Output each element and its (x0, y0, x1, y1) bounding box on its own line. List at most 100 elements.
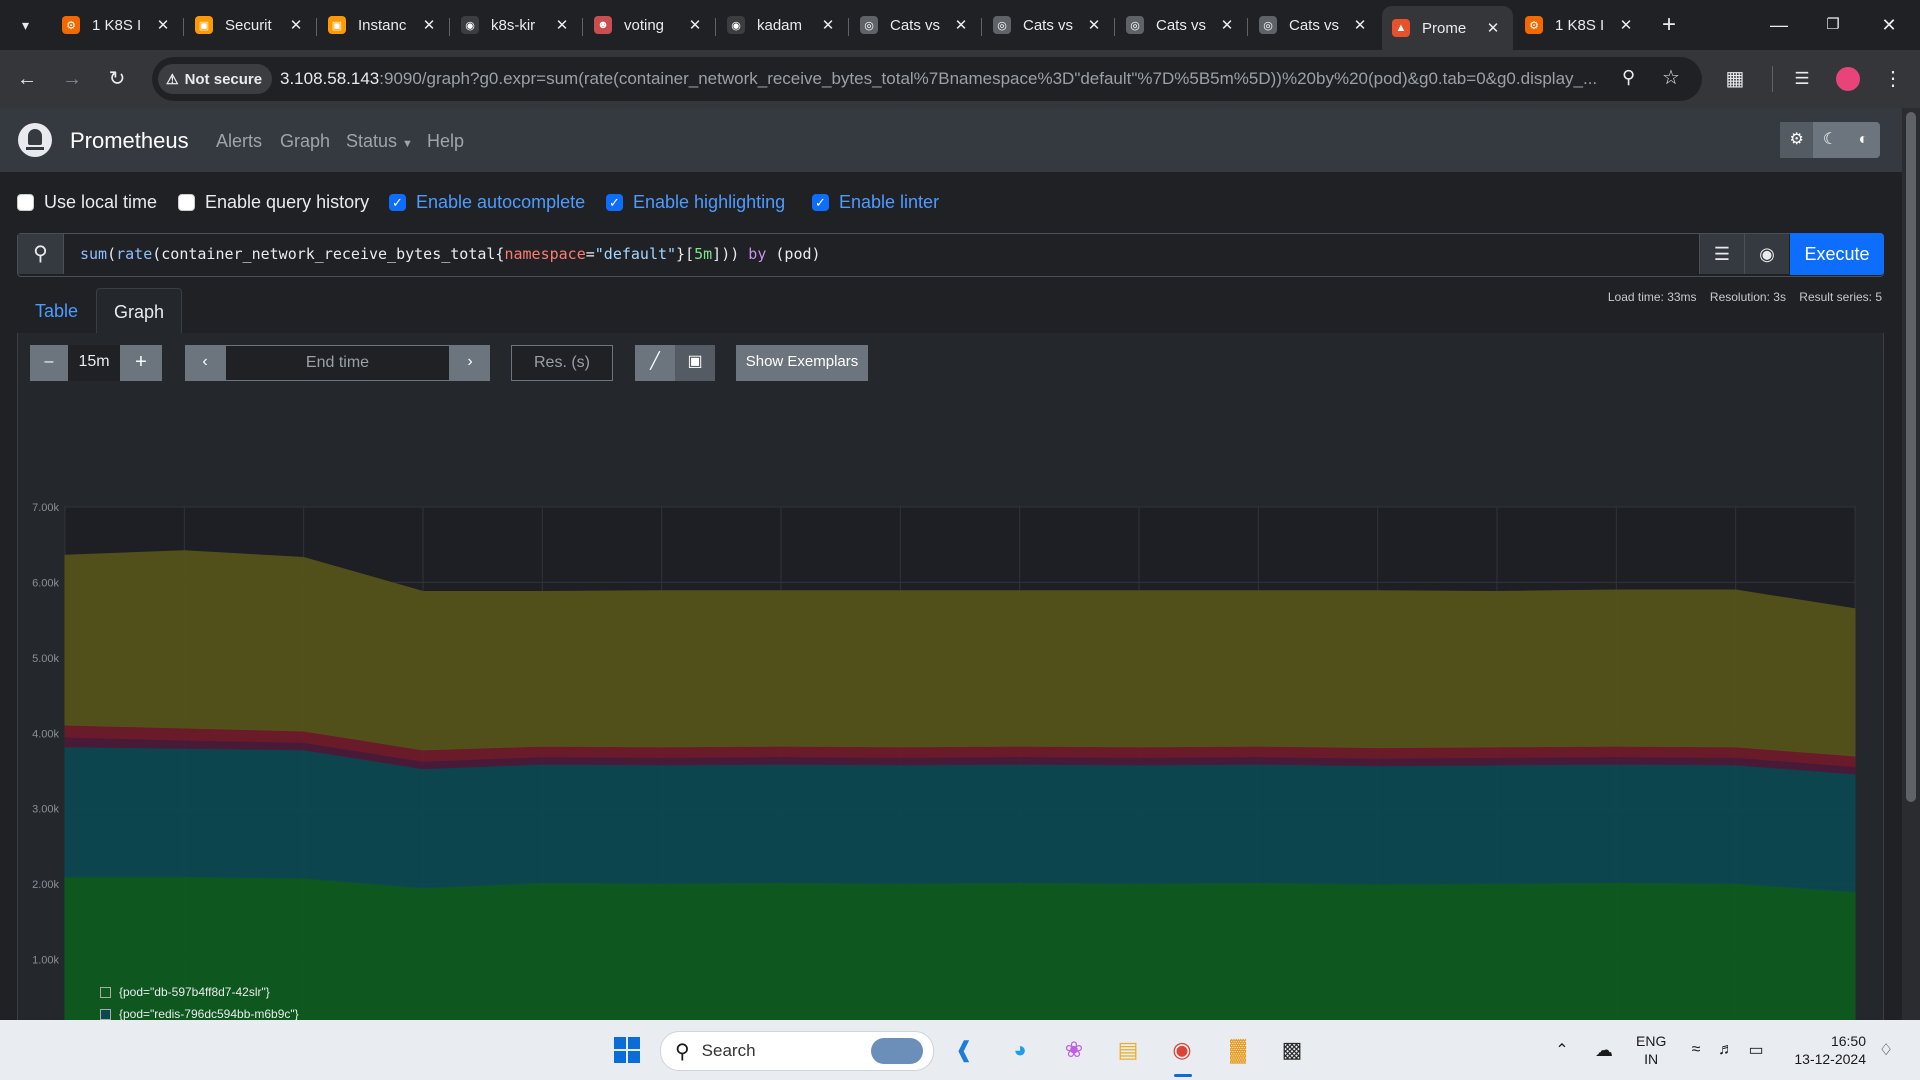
query-expression[interactable]: sum(rate(container_network_receive_bytes… (80, 245, 821, 263)
onedrive-icon[interactable]: ☁ (1584, 1030, 1624, 1070)
close-tab-icon[interactable]: ✕ (153, 16, 173, 34)
checkbox[interactable]: ✓ (606, 194, 623, 211)
browser-tab[interactable]: ◎ Cats vs ✕ (850, 8, 981, 42)
notification-bell-icon[interactable]: ♢ (1866, 1030, 1906, 1070)
copilot-icon[interactable]: ❀ (1054, 1030, 1094, 1070)
tab-graph[interactable]: Graph (96, 288, 183, 334)
sublime-text-icon[interactable]: ▓ (1218, 1030, 1258, 1070)
close-tab-icon[interactable]: ✕ (419, 16, 439, 34)
resolution-input[interactable]: Res. (s) (511, 345, 613, 381)
prometheus-logo-icon[interactable] (18, 123, 52, 157)
browser-tab[interactable]: ▣ Securit ✕ (185, 8, 316, 42)
extensions-icon[interactable]: ▦ (1718, 62, 1752, 96)
profile-avatar[interactable] (1836, 67, 1860, 91)
show-exemplars-button[interactable]: Show Exemplars (736, 345, 868, 381)
range-input[interactable]: 15m (68, 345, 120, 381)
nav-alerts[interactable]: Alerts (216, 131, 262, 152)
line-chart-icon[interactable]: ╱ (635, 345, 675, 381)
media-control-icon[interactable]: ☰ (1785, 62, 1819, 96)
option-enable-query-history[interactable]: Enable query history (178, 192, 369, 213)
end-time-input[interactable]: End time (225, 345, 450, 381)
browser-tab[interactable]: ▣ Instanc ✕ (318, 8, 449, 42)
close-tab-icon[interactable]: ✕ (1084, 16, 1104, 34)
browser-tab[interactable]: ◎ Cats vs ✕ (1116, 8, 1247, 42)
stacked-area-chart[interactable]: 0.001.00k2.00k3.00k4.00k5.00k6.00k7.00k1… (17, 391, 1872, 1020)
battery-icon[interactable]: ▭ (1736, 1030, 1776, 1070)
close-tab-icon[interactable]: ✕ (951, 16, 971, 34)
address-bar[interactable]: ⚠ Not secure 3.108.58.143:9090/graph?g0.… (152, 57, 1702, 101)
browser-tab[interactable]: ☻ voting ✕ (584, 8, 715, 42)
restore-button[interactable]: ❐ (1810, 8, 1856, 42)
moon-icon[interactable]: ☾ (1813, 122, 1846, 158)
execute-button[interactable]: Execute (1790, 233, 1884, 275)
contrast-icon[interactable]: ◐ (1847, 122, 1880, 158)
page-scrollbar[interactable] (1902, 108, 1920, 1020)
checkbox[interactable]: ✓ (812, 194, 829, 211)
minimize-button[interactable]: — (1756, 8, 1802, 42)
vscode-icon[interactable]: ❰ (944, 1030, 984, 1070)
nav-status[interactable]: Status ▼ (346, 131, 413, 152)
scrollbar-thumb[interactable] (1906, 112, 1916, 802)
close-tab-icon[interactable]: ✕ (552, 16, 572, 34)
forward-button[interactable]: → (55, 62, 89, 96)
legend-item-db[interactable]: {pod="db-597b4ff8d7-42slr"} (100, 985, 270, 999)
chrome-icon[interactable]: ◉ (1162, 1030, 1202, 1070)
browser-menu-icon[interactable]: ⋮ (1876, 62, 1910, 96)
checkbox[interactable]: ✓ (389, 194, 406, 211)
url-text[interactable]: 3.108.58.143:9090/graph?g0.expr=sum(rate… (280, 69, 1610, 89)
option-use-local-time[interactable]: Use local time (17, 192, 157, 213)
tab-title: Cats vs (890, 16, 941, 34)
tab-table[interactable]: Table (18, 288, 95, 334)
sun-icon[interactable]: ⚙ (1780, 122, 1814, 158)
windows-start-icon[interactable] (607, 1030, 647, 1070)
close-tab-icon[interactable]: ✕ (818, 16, 838, 34)
checkbox[interactable] (178, 194, 195, 211)
close-tab-icon[interactable]: ✕ (1616, 16, 1636, 34)
file-explorer-icon[interactable]: ▤ (1108, 1030, 1148, 1070)
close-tab-icon[interactable]: ✕ (286, 16, 306, 34)
option-enable-linter[interactable]: ✓ Enable linter (812, 192, 939, 213)
checkbox[interactable] (17, 194, 34, 211)
reload-button[interactable]: ↻ (100, 62, 134, 96)
nav-help[interactable]: Help (427, 131, 464, 152)
range-increase-button[interactable]: + (120, 345, 162, 381)
close-tab-icon[interactable]: ✕ (685, 16, 705, 34)
stacked-chart-icon[interactable]: ▣ (675, 345, 715, 381)
query-editor[interactable]: ⚲ sum(rate(container_network_receive_byt… (17, 233, 1884, 277)
bookmark-star-icon[interactable]: ☆ (1662, 65, 1680, 90)
close-tab-icon[interactable]: ✕ (1483, 19, 1503, 37)
close-window-button[interactable]: ✕ (1866, 8, 1912, 42)
tab-search-button[interactable]: ▾ (6, 8, 44, 42)
browser-tab[interactable]: ⚙ 1 K8S I ✕ (1515, 8, 1646, 42)
not-secure-label: Not secure (184, 70, 263, 88)
legend-item-redis[interactable]: {pod="redis-796dc594bb-m6b9c"} (100, 1007, 299, 1020)
format-query-button[interactable]: ☰ (1699, 234, 1744, 274)
metrics-explorer-button[interactable]: ◉ (1744, 234, 1789, 274)
option-enable-highlighting[interactable]: ✓ Enable highlighting (606, 192, 785, 213)
browser-tab[interactable]: ▲ Prome ✕ (1382, 6, 1513, 50)
browser-tab[interactable]: ◉ kadam ✕ (717, 8, 848, 42)
end-time-back-button[interactable]: ‹ (185, 345, 225, 381)
browser-tab[interactable]: ◉ k8s-kir ✕ (451, 8, 582, 42)
browser-tab[interactable]: ◎ Cats vs ✕ (1249, 8, 1380, 42)
browser-tab[interactable]: ◎ Cats vs ✕ (983, 8, 1114, 42)
chevron-up-icon[interactable]: ⌃ (1542, 1030, 1582, 1070)
language-indicator[interactable]: ENG IN (1636, 1032, 1666, 1068)
back-button[interactable]: ← (10, 62, 44, 96)
option-enable-autocomplete[interactable]: ✓ Enable autocomplete (389, 192, 585, 213)
close-tab-icon[interactable]: ✕ (1217, 16, 1237, 34)
new-tab-button[interactable]: + (1652, 8, 1686, 42)
nav-graph[interactable]: Graph (280, 131, 330, 152)
edge-icon[interactable]: ◕ (1000, 1030, 1040, 1070)
end-time-forward-button[interactable]: › (450, 345, 490, 381)
close-tab-icon[interactable]: ✕ (1350, 16, 1370, 34)
brand-title[interactable]: Prometheus (70, 128, 189, 154)
terminal-icon[interactable]: ▩ (1272, 1030, 1312, 1070)
browser-tab[interactable]: ⚙ 1 K8S I ✕ (52, 8, 183, 42)
not-secure-chip[interactable]: ⚠ Not secure (158, 64, 273, 94)
range-decrease-button[interactable]: – (30, 345, 68, 381)
system-clock[interactable]: 16:50 13-12-2024 (1794, 1032, 1866, 1068)
zoom-icon[interactable]: ⚲ (1622, 67, 1635, 88)
taskbar-search-box[interactable]: ⚲ Search (660, 1031, 934, 1071)
query-token: "default" (594, 245, 677, 263)
